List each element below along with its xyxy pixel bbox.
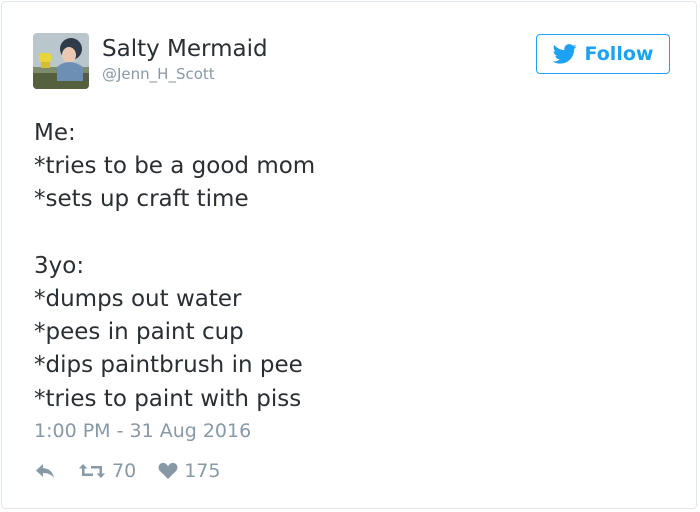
like-button[interactable]: 175 (158, 460, 220, 482)
tweet-line: Me: (34, 120, 76, 146)
retweet-icon (79, 464, 105, 478)
avatar[interactable] (33, 33, 89, 89)
tweet-text: Me: *tries to be a good mom *sets up cra… (34, 117, 674, 416)
retweet-count: 70 (112, 460, 137, 482)
tweet-line: *tries to paint with piss (34, 385, 302, 412)
tweet-card: Salty Mermaid @Jenn_H_Scott Follow Me: *… (1, 1, 697, 509)
tweet-line: *tries to be a good mom (34, 153, 316, 180)
tweet-line: *pees in paint cup (34, 319, 244, 346)
tweet-timestamp[interactable]: 1:00 PM - 31 Aug 2016 (34, 419, 251, 443)
tweet-line: *dumps out water (34, 285, 242, 312)
reply-icon (36, 464, 54, 478)
display-name[interactable]: Salty Mermaid (102, 35, 268, 63)
tweet-line: *sets up craft time (34, 186, 249, 213)
tweet-line: *dips paintbrush in pee (34, 352, 303, 379)
tweet-line: 3yo: (34, 252, 85, 279)
avatar-image (33, 33, 89, 89)
user-handle[interactable]: @Jenn_H_Scott (102, 64, 215, 84)
follow-button[interactable]: Follow (536, 34, 670, 74)
heart-icon (158, 462, 178, 479)
like-count: 175 (184, 460, 221, 482)
tweet-actions: 70 175 (34, 458, 220, 484)
retweet-button[interactable]: 70 (78, 460, 136, 482)
twitter-bird-icon (552, 44, 577, 64)
reply-button[interactable] (34, 462, 56, 480)
follow-label: Follow (584, 43, 654, 65)
